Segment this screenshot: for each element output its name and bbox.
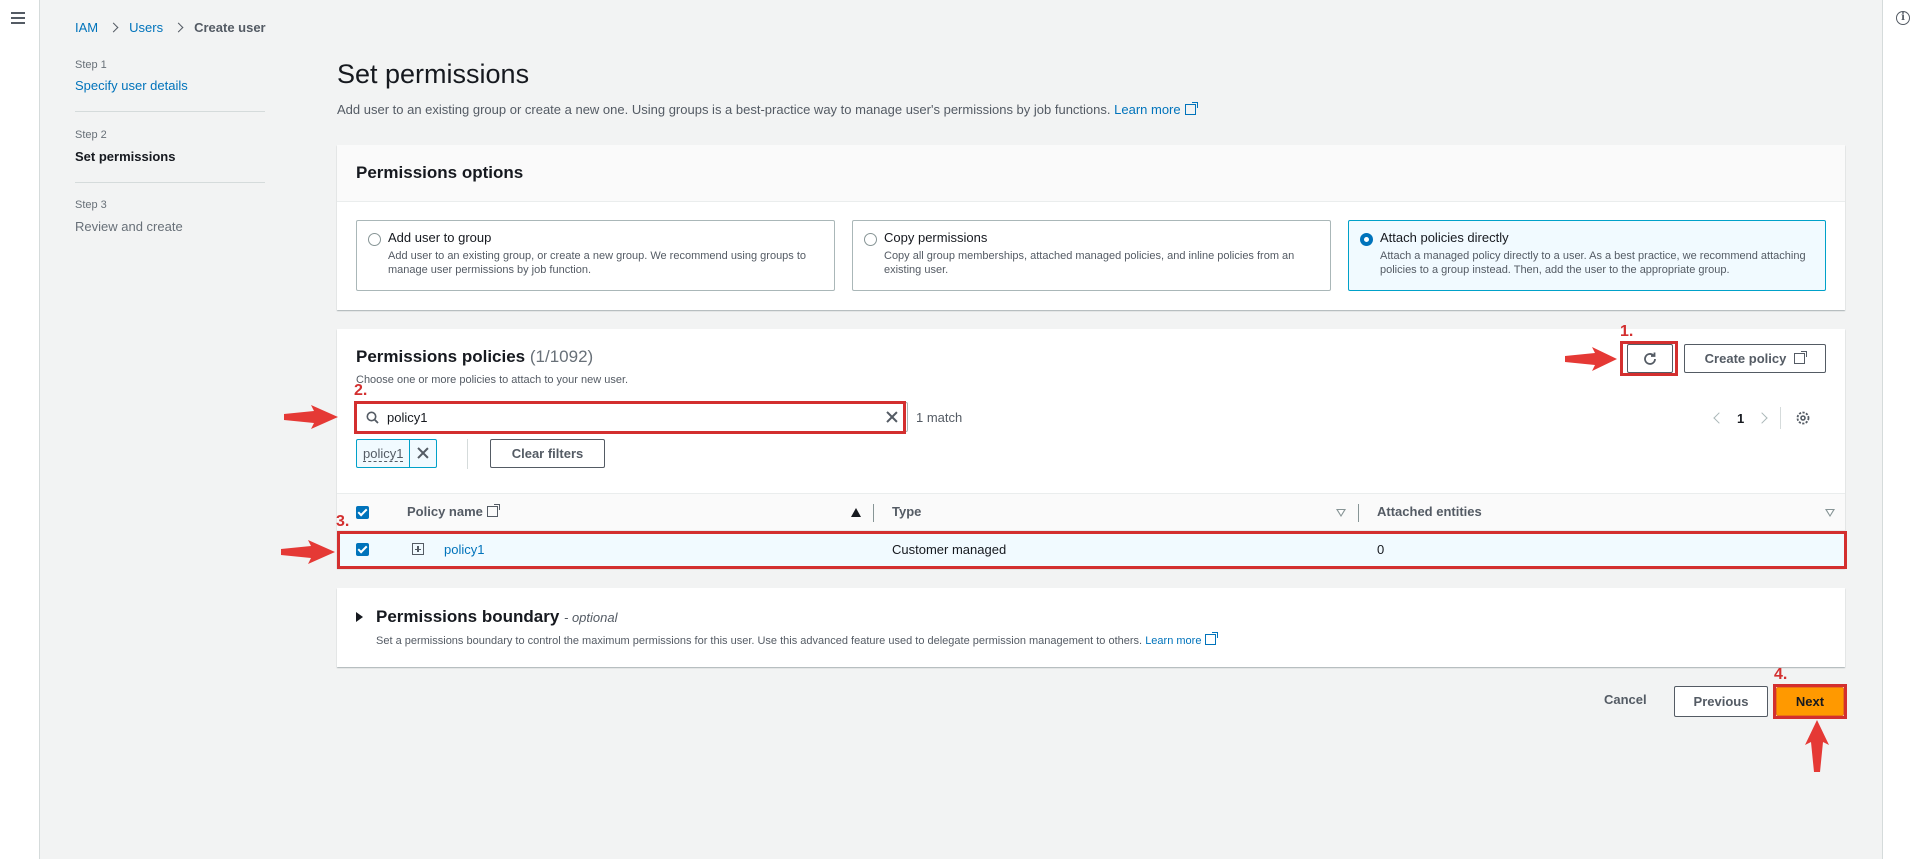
page-description: Add user to an existing group or create … <box>337 102 1198 117</box>
learn-more-label: Learn more <box>1114 102 1181 117</box>
boundary-optional: - optional <box>564 610 618 625</box>
select-all-checkbox[interactable] <box>356 506 369 519</box>
breadcrumb-create-user: Create user <box>194 20 266 35</box>
page-description-text: Add user to an existing group or create … <box>337 102 1111 117</box>
filter-token-label[interactable]: policy1 <box>363 446 404 462</box>
option-copy-permissions[interactable]: Copy permissions Copy all group membersh… <box>852 220 1331 291</box>
left-nav-rail <box>0 0 40 859</box>
settings-gear-icon[interactable] <box>1795 410 1811 426</box>
cancel-button[interactable]: Cancel <box>1604 692 1647 707</box>
column-type[interactable]: Type <box>892 504 921 519</box>
step-2-current: Set permissions <box>75 149 176 164</box>
option-description: Copy all group memberships, attached man… <box>884 250 1295 276</box>
step-3-label: Step 3 <box>75 199 107 211</box>
filter-token: policy1 <box>356 439 438 468</box>
step-2-label: Step 2 <box>75 129 107 141</box>
remove-token-button[interactable] <box>409 440 436 467</box>
breadcrumb-iam[interactable]: IAM <box>75 20 98 35</box>
step-divider <box>75 111 265 112</box>
match-count: 1 match <box>916 410 963 425</box>
option-title: Attach policies directly <box>1380 230 1509 245</box>
step-1-link[interactable]: Specify user details <box>75 78 188 93</box>
chevron-right-icon <box>173 22 184 33</box>
table-header: Policy name Type Attached entities <box>337 493 1845 531</box>
column-resizer[interactable] <box>873 504 874 522</box>
annotation-box-row <box>337 531 1847 569</box>
chevron-left-icon[interactable] <box>1713 412 1725 424</box>
boundary-title-text: Permissions boundary <box>376 607 560 626</box>
page-number[interactable]: 1 <box>1737 411 1744 426</box>
info-icon[interactable]: i <box>1896 11 1910 25</box>
breadcrumb-users[interactable]: Users <box>129 20 163 35</box>
sort-descending-icon[interactable] <box>1336 509 1346 517</box>
boundary-description: Set a permissions boundary to control th… <box>376 632 1219 647</box>
filter-divider <box>467 439 468 469</box>
boundary-title[interactable]: Permissions boundary - optional <box>376 607 618 627</box>
policies-title-text: Permissions policies <box>356 347 526 366</box>
boundary-learn-more-link[interactable]: Learn more <box>1145 632 1219 647</box>
external-link-icon <box>1794 351 1808 364</box>
sort-descending-icon[interactable] <box>1825 509 1835 517</box>
column-policy-name-label: Policy name <box>407 504 483 519</box>
annotation-label-2: 2. <box>354 382 368 399</box>
external-link-icon <box>1184 102 1198 115</box>
boundary-learn-more-label: Learn more <box>1145 635 1202 647</box>
page-title: Set permissions <box>337 59 530 89</box>
policies-description: Choose one or more policies to attach to… <box>356 374 629 386</box>
annotation-label-3: 3. <box>336 513 350 530</box>
previous-button[interactable]: Previous <box>1674 686 1768 717</box>
permissions-options-title: Permissions options <box>337 145 1845 202</box>
clear-filters-button[interactable]: Clear filters <box>490 439 605 468</box>
external-link-icon <box>486 504 500 517</box>
annotation-box-search <box>354 401 906 434</box>
menu-icon[interactable] <box>11 12 25 24</box>
option-attach-policies-directly[interactable]: Attach policies directly Attach a manage… <box>1348 220 1826 291</box>
policies-count: (1/1092) <box>529 347 594 366</box>
learn-more-link[interactable]: Learn more <box>1114 102 1198 117</box>
option-title: Copy permissions <box>884 230 988 245</box>
option-description: Add user to an existing group, or create… <box>388 250 807 276</box>
pager-divider <box>1780 407 1782 429</box>
option-description: Attach a managed policy directly to a us… <box>1380 250 1806 276</box>
create-policy-label: Create policy <box>1704 351 1787 366</box>
policies-title: Permissions policies (1/1092) <box>356 347 593 367</box>
chevron-right-icon[interactable] <box>1756 412 1768 424</box>
step-1-label: Step 1 <box>75 59 107 71</box>
pagination: 1 <box>1713 407 1811 429</box>
radio-copy-permissions[interactable] <box>864 233 877 246</box>
column-attached-entities[interactable]: Attached entities <box>1377 504 1482 519</box>
option-add-user-to-group[interactable]: Add user to group Add user to an existin… <box>356 220 835 291</box>
annotation-box-refresh <box>1620 341 1678 376</box>
permissions-options-card: Permissions options Add user to group Ad… <box>337 145 1845 310</box>
sort-ascending-icon[interactable] <box>851 508 861 517</box>
annotation-box-next <box>1773 684 1847 719</box>
step-divider <box>75 182 265 183</box>
right-tools-rail: i <box>1882 0 1920 859</box>
column-policy-name[interactable]: Policy name <box>407 504 500 519</box>
external-link-icon <box>1205 632 1219 645</box>
annotation-label-4: 4. <box>1774 666 1788 683</box>
create-policy-button[interactable]: Create policy <box>1684 344 1826 373</box>
caret-right-icon[interactable] <box>356 612 363 622</box>
chevron-right-icon <box>108 22 119 33</box>
permissions-boundary-card[interactable]: Permissions boundary - optional Set a pe… <box>337 588 1845 667</box>
boundary-description-text: Set a permissions boundary to control th… <box>376 635 1143 647</box>
annotation-label-1: 1. <box>1620 323 1634 340</box>
radio-attach-policies-directly[interactable] <box>1360 233 1373 246</box>
close-icon <box>417 447 429 459</box>
option-title: Add user to group <box>388 230 492 245</box>
breadcrumb: IAM Users Create user <box>75 20 266 35</box>
column-resizer[interactable] <box>1358 504 1359 522</box>
radio-add-user-to-group[interactable] <box>368 233 381 246</box>
step-3-title: Review and create <box>75 219 183 234</box>
